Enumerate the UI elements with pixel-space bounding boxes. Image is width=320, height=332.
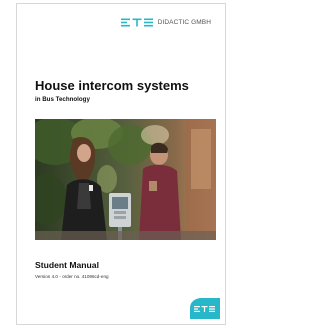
manual-type: Student Manual (35, 260, 99, 270)
brand-name: DIDACTIC GMBH (157, 19, 211, 26)
document-subtitle: in Bus Technology (35, 96, 90, 103)
brand-header: DIDACTIC GMBH (120, 18, 211, 27)
document-title: House intercom systems (35, 78, 189, 93)
version-line: Version 4.0 - order no. 41096cd-eng (35, 274, 109, 279)
cover-photo (35, 119, 216, 240)
manual-cover-page: DIDACTIC GMBH House intercom systems in … (16, 3, 226, 325)
ets-logo-icon (120, 18, 153, 27)
ets-corner-logo-icon (190, 298, 220, 319)
